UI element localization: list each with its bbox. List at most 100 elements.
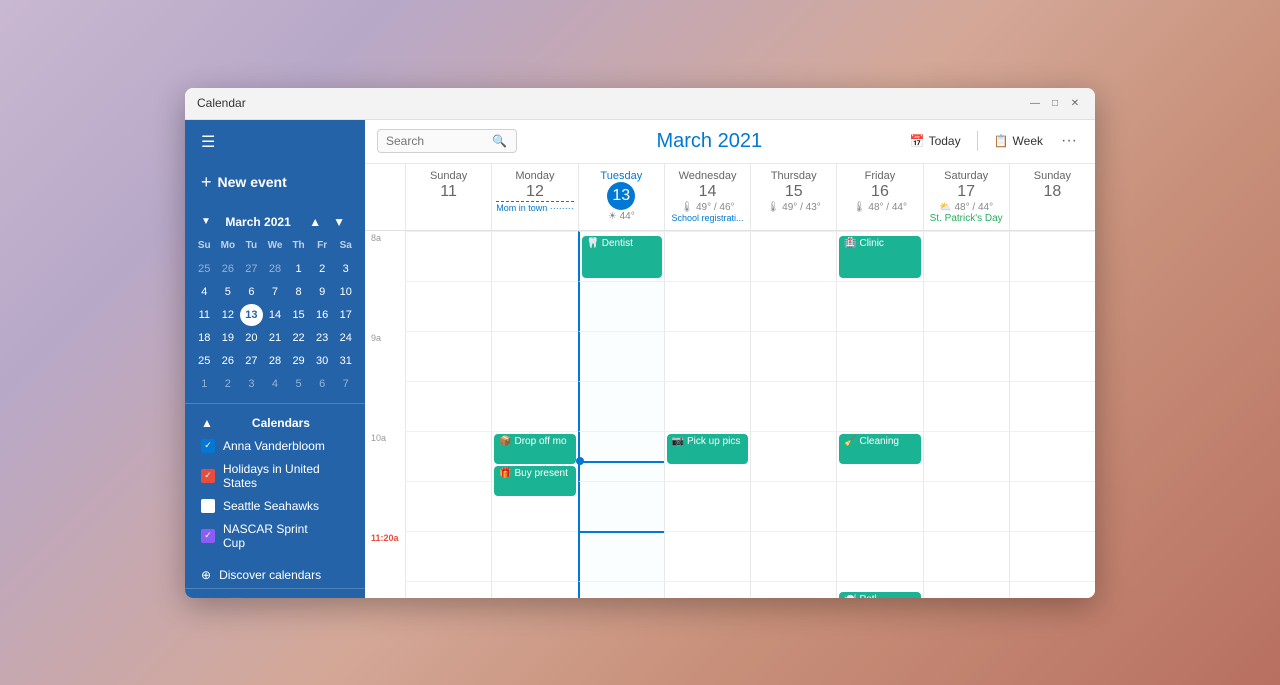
school-registration-event[interactable]: School registrati... — [669, 213, 746, 223]
cell-tue-9a[interactable] — [578, 331, 664, 381]
sidebar-item-holidays[interactable]: ✓ Holidays in United States ••• — [185, 458, 365, 494]
calendar-checkbox-holidays[interactable]: ✓ — [201, 469, 215, 483]
cell-wed-9a[interactable] — [664, 331, 750, 381]
mom-in-town-event[interactable]: Mom in town ········ — [496, 201, 574, 213]
cell-tue-830[interactable] — [578, 281, 664, 331]
cleaning-event[interactable]: 🧹 Cleaning — [839, 434, 920, 464]
cell-sun2-11a[interactable] — [1009, 531, 1095, 581]
mini-cal-cell[interactable]: 24 — [334, 327, 357, 349]
cell-sun-830[interactable] — [405, 281, 491, 331]
people-icon[interactable]: 👥 — [258, 597, 278, 598]
cell-wed-930[interactable] — [664, 381, 750, 431]
cell-thu-9a[interactable] — [750, 331, 836, 381]
mini-cal-cell[interactable]: 9 — [311, 281, 334, 303]
cell-wed-10a[interactable]: 📷 Pick up pics — [664, 431, 750, 481]
cell-sun2-10a[interactable] — [1009, 431, 1095, 481]
buy-present-event[interactable]: 🎁 Buy present — [494, 466, 575, 496]
pickup-pics-event[interactable]: 📷 Pick up pics — [667, 434, 748, 464]
mini-cal-cell[interactable]: 21 — [264, 327, 287, 349]
minimize-button[interactable]: — — [1027, 95, 1043, 111]
cal-scroll-area[interactable]: 8a 🦷 Dentist — [365, 231, 1095, 598]
mini-cal-cell[interactable]: 26 — [217, 350, 240, 372]
cell-sun2-8a[interactable] — [1009, 231, 1095, 281]
cell-fri-8a[interactable]: 🏥 Clinic — [836, 231, 922, 281]
cell-thu-10a[interactable] — [750, 431, 836, 481]
mini-cal-cell[interactable]: 19 — [217, 327, 240, 349]
potl-event[interactable]: 🍽️ Potl — [839, 592, 920, 598]
mini-cal-cell[interactable]: 31 — [334, 350, 357, 372]
mini-cal-cell[interactable]: 25 — [193, 350, 216, 372]
cell-sun-930[interactable] — [405, 381, 491, 431]
mail-icon[interactable]: ✉ — [201, 597, 214, 598]
cell-sun2-830[interactable] — [1009, 281, 1095, 331]
cell-fri-830[interactable] — [836, 281, 922, 331]
search-input[interactable] — [386, 134, 486, 148]
cell-sun2-1130[interactable] — [1009, 581, 1095, 598]
mini-cal-cell[interactable]: 20 — [240, 327, 263, 349]
cell-fri-1130[interactable]: 🍽️ Potl — [836, 581, 922, 598]
cell-tue-1030[interactable] — [578, 481, 664, 531]
cell-sun-1030[interactable] — [405, 481, 491, 531]
dentist-event[interactable]: 🦷 Dentist — [582, 236, 662, 278]
cell-thu-8a[interactable] — [750, 231, 836, 281]
clinic-event[interactable]: 🏥 Clinic — [839, 236, 920, 278]
cell-mon-830[interactable] — [491, 281, 577, 331]
sidebar-item-nascar[interactable]: ✓ NASCAR Sprint Cup ••• — [185, 518, 365, 554]
mini-cal-cell[interactable]: 6 — [311, 373, 334, 395]
sidebar-item-anna[interactable]: ✓ Anna Vanderbloom ••• — [185, 434, 365, 458]
cell-sun-8a[interactable] — [405, 231, 491, 281]
cell-tue-8a[interactable]: 🦷 Dentist — [578, 231, 664, 281]
cell-mon-1130[interactable] — [491, 581, 577, 598]
cell-sun2-9a[interactable] — [1009, 331, 1095, 381]
cell-sat-930[interactable] — [923, 381, 1009, 431]
cell-wed-1030[interactable] — [664, 481, 750, 531]
mini-cal-cell[interactable]: 11 — [193, 304, 216, 326]
mini-cal-cell[interactable]: 27 — [240, 258, 263, 280]
mini-cal-cell[interactable]: 3 — [334, 258, 357, 280]
cell-sun2-930[interactable] — [1009, 381, 1095, 431]
more-options-icon[interactable]: ··· — [1055, 128, 1083, 154]
cell-wed-1130[interactable] — [664, 581, 750, 598]
cell-sun-10a[interactable] — [405, 431, 491, 481]
mini-cal-cell[interactable]: 1 — [193, 373, 216, 395]
cell-sat-11a[interactable] — [923, 531, 1009, 581]
cell-thu-930[interactable] — [750, 381, 836, 431]
mini-cal-cell[interactable]: 22 — [287, 327, 310, 349]
mini-cal-cell[interactable]: 2 — [311, 258, 334, 280]
mini-cal-cell[interactable]: 28 — [264, 258, 287, 280]
mini-cal-cell[interactable]: 8 — [287, 281, 310, 303]
mini-cal-cell[interactable]: 16 — [311, 304, 334, 326]
mini-cal-cell[interactable]: 26 — [217, 258, 240, 280]
mini-cal-cell[interactable]: 1 — [287, 258, 310, 280]
mini-cal-cell[interactable]: 25 — [193, 258, 216, 280]
checkmark-icon[interactable]: ✓ — [290, 597, 303, 598]
mini-cal-cell[interactable]: 23 — [311, 327, 334, 349]
mini-cal-cell[interactable]: 4 — [264, 373, 287, 395]
cell-sat-10a[interactable] — [923, 431, 1009, 481]
cell-sat-1030[interactable] — [923, 481, 1009, 531]
maximize-button[interactable]: □ — [1047, 95, 1063, 111]
cell-tue-1130[interactable] — [578, 581, 664, 598]
mini-cal-cell[interactable]: 29 — [287, 350, 310, 372]
cell-thu-830[interactable] — [750, 281, 836, 331]
new-event-button[interactable]: + New event — [201, 168, 349, 197]
today-button[interactable]: 📅 Today — [902, 130, 969, 152]
cell-mon-11a[interactable] — [491, 531, 577, 581]
cell-fri-11a[interactable] — [836, 531, 922, 581]
cell-thu-1030[interactable] — [750, 481, 836, 531]
hamburger-icon[interactable]: ☰ — [201, 132, 215, 152]
dropoff-event[interactable]: 📦 Drop off mo — [494, 434, 575, 464]
mini-cal-cell[interactable]: 17 — [334, 304, 357, 326]
week-button[interactable]: 📋 Week — [986, 130, 1051, 152]
cell-fri-9a[interactable] — [836, 331, 922, 381]
cell-wed-8a[interactable] — [664, 231, 750, 281]
close-button[interactable]: ✕ — [1067, 95, 1083, 111]
mini-cal-cell[interactable]: 14 — [264, 304, 287, 326]
calendars-section-header[interactable]: ▲ Calendars — [185, 412, 365, 434]
mini-cal-cell-selected[interactable]: 13 — [240, 304, 263, 326]
mini-cal-cell[interactable]: 12 — [217, 304, 240, 326]
mini-cal-cell[interactable]: 6 — [240, 281, 263, 303]
cell-tue-10a[interactable] — [578, 431, 664, 481]
settings-icon[interactable]: ⚙ — [316, 597, 330, 598]
cell-mon-10a[interactable]: 📦 Drop off mo 🎁 Buy present — [491, 431, 577, 481]
